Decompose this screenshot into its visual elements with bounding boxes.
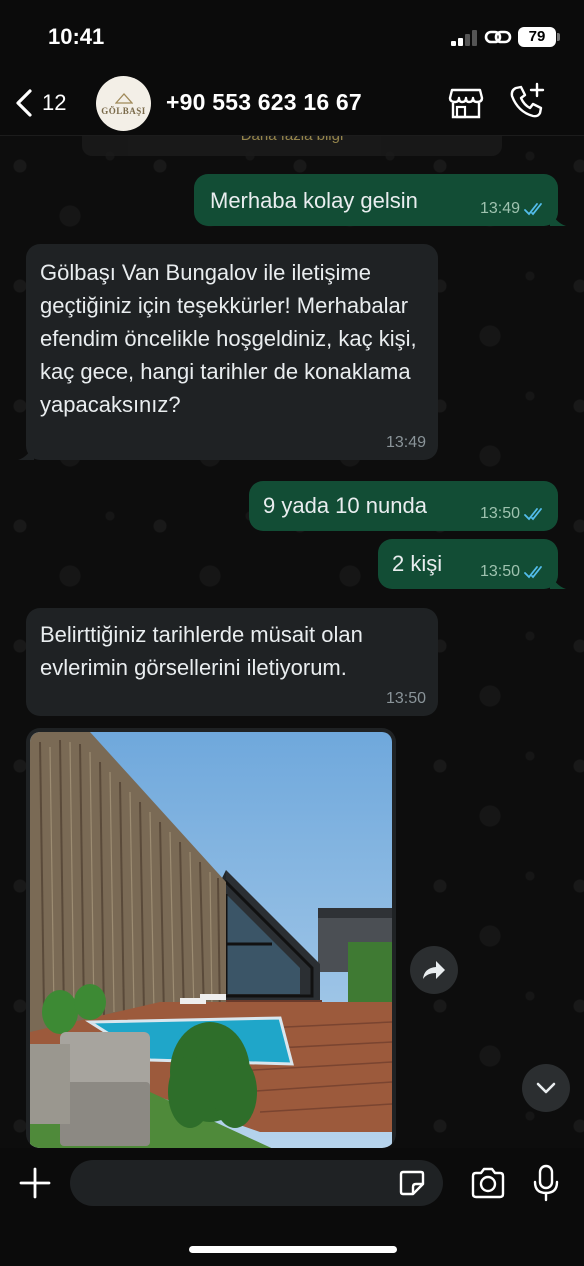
message-meta: 13:50 [480,563,546,581]
bungalow-photo[interactable] [30,732,392,1148]
image-message[interactable] [26,728,396,1148]
bungalow-photo-illustration [30,732,392,1148]
microphone-icon[interactable] [532,1164,560,1202]
contact-name[interactable]: +90 553 623 16 67 [166,89,362,116]
status-bar: 10:41 79 [0,0,584,70]
message-text: Belirttiğiniz tarihlerde müsait olan evl… [40,622,363,680]
unread-count: 12 [42,90,67,115]
home-indicator[interactable] [189,1246,397,1253]
store-icon[interactable] [448,86,484,120]
message-meta: 13:49 [480,200,546,218]
bubble-tail [18,442,34,460]
chat-area[interactable]: Daha fazla bilgi Merhaba kolay gelsin 13… [0,136,584,1148]
chevron-left-icon [16,89,32,117]
bubble-tail [550,571,566,589]
input-bar [0,1148,584,1266]
link-icon [484,30,512,44]
message-outgoing[interactable]: 2 kişi 13:50 [378,539,566,589]
message-text: Gölbaşı Van Bungalov ile iletişime geçti… [40,260,417,417]
plus-icon[interactable] [18,1166,52,1200]
double-tick-icon [524,203,542,216]
back-button[interactable]: 12 [10,86,66,120]
logo-crest-icon [114,92,133,104]
camera-icon[interactable] [470,1166,506,1200]
message-text: Merhaba kolay gelsin [210,188,418,213]
sticker-icon[interactable] [398,1169,426,1197]
forward-icon [423,961,445,979]
message-meta: 13:50 [480,505,546,523]
avatar[interactable]: GÖLBAŞI [96,76,151,131]
double-tick-icon [524,566,542,579]
message-time: 13:49 [385,434,426,451]
forward-button[interactable] [410,946,458,994]
status-time: 10:41 [48,24,105,49]
message-outgoing[interactable]: 9 yada 10 nunda 13:50 [249,481,558,531]
message-time: 13:50 [385,690,426,707]
double-tick-icon [524,508,542,521]
message-text: 9 yada 10 nunda [263,493,427,518]
avatar-logo-text: GÖLBAŞI [101,105,146,116]
phone-plus-icon[interactable] [508,82,546,120]
bubble-tail [550,208,566,226]
message-time: 13:49 [479,200,520,217]
battery-indicator: 79 [518,27,560,47]
signal-icon [451,30,479,46]
scroll-down-button[interactable] [522,1064,570,1112]
chat-header: 12 GÖLBAŞI +90 553 623 16 67 [0,70,584,136]
message-incoming[interactable]: Belirttiğiniz tarihlerde müsait olan evl… [26,608,438,716]
message-time: 13:50 [479,563,520,580]
message-outgoing[interactable]: Merhaba kolay gelsin 13:49 [194,174,566,226]
message-meta: 13:49 [386,434,426,452]
message-time: 13:50 [479,505,520,522]
faded-banner: Daha fazla bilgi [82,136,502,156]
message-input[interactable] [70,1160,443,1206]
message-meta: 13:50 [386,690,426,708]
message-text: 2 kişi [392,551,443,576]
message-incoming[interactable]: Gölbaşı Van Bungalov ile iletişime geçti… [18,244,438,460]
chevron-down-icon [536,1082,556,1094]
